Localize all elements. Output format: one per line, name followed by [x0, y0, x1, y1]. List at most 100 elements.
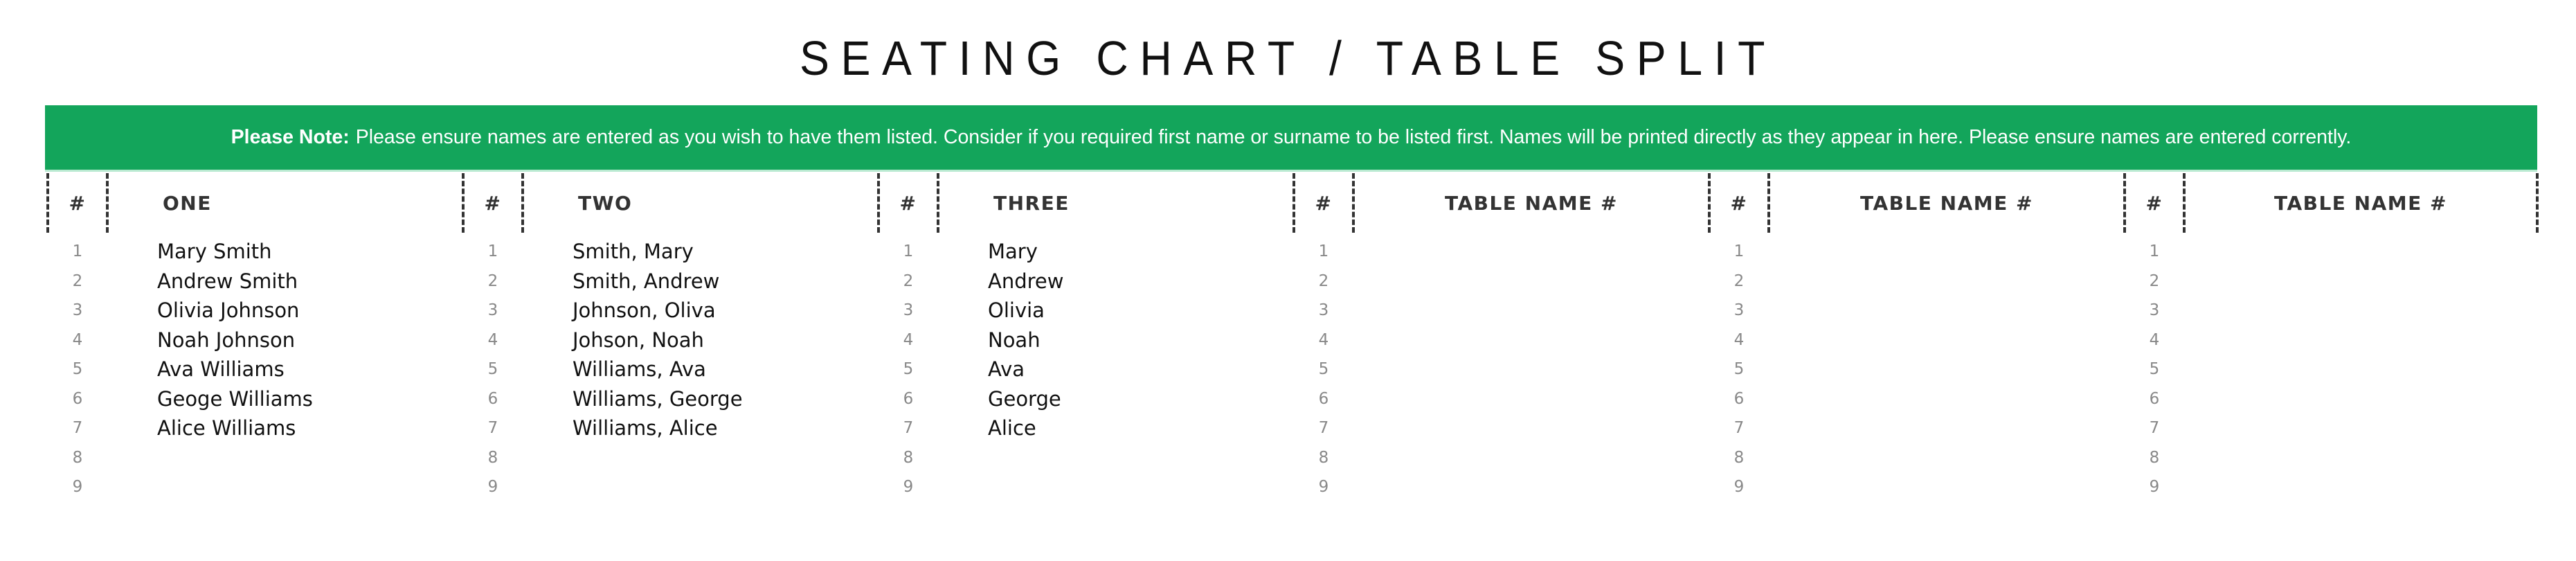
row-number: 3: [487, 301, 498, 320]
number-header: #: [1292, 173, 1355, 233]
row-number: 5: [2149, 360, 2160, 379]
guest-name-cell[interactable]: [524, 443, 877, 473]
row-number: 6: [903, 389, 914, 408]
guest-name-cell[interactable]: Mary Smith: [109, 237, 462, 267]
guest-name-cell[interactable]: [2186, 413, 2539, 443]
table-name-header[interactable]: TABLE NAME #: [2186, 173, 2539, 233]
row-number: 6: [2149, 389, 2160, 408]
guest-name-cell[interactable]: [1355, 384, 1708, 414]
guest-name-cell[interactable]: Andrew Smith: [109, 267, 462, 296]
guest-name-cell[interactable]: [939, 472, 1292, 502]
table-name-header[interactable]: ONE: [109, 173, 462, 233]
guest-name-cell[interactable]: Mary: [939, 237, 1292, 267]
row-number: 3: [72, 301, 83, 320]
row-number: 3: [1318, 301, 1329, 320]
guest-column: TWO Smith, Mary Smith, Andrew Johnson, Oliv…: [524, 173, 877, 502]
row-number: 7: [1733, 419, 1745, 438]
guest-name-cell[interactable]: [2186, 326, 2539, 355]
table-name-header[interactable]: TWO: [524, 173, 877, 233]
guest-name-cell[interactable]: [1770, 326, 2123, 355]
guest-name-cell[interactable]: [1355, 413, 1708, 443]
guest-name-cell[interactable]: [1355, 237, 1708, 267]
guest-name-cell[interactable]: [1355, 326, 1708, 355]
number-column: #1 2 3 4 5 6 7 8 9: [1292, 173, 1355, 502]
guest-name-cell[interactable]: [1770, 296, 2123, 326]
table-name-header[interactable]: TABLE NAME #: [1770, 173, 2123, 233]
guest-name-cell[interactable]: [2186, 296, 2539, 326]
row-number: 4: [72, 330, 83, 349]
number-column: #1 2 3 4 5 6 7 8 9: [2123, 173, 2186, 502]
guest-name-cell[interactable]: [109, 443, 462, 473]
guest-name-cell[interactable]: [2186, 443, 2539, 473]
guest-name-cell[interactable]: [1770, 267, 2123, 296]
guest-name-cell[interactable]: Noah: [939, 326, 1292, 355]
guest-name-cell[interactable]: Williams, George: [524, 384, 877, 414]
row-number: 1: [2149, 242, 2160, 261]
guest-name-cell[interactable]: Alice: [939, 413, 1292, 443]
guest-name-cell[interactable]: Johson, Noah: [524, 326, 877, 355]
row-number: 4: [2149, 330, 2160, 349]
number-column: #1 2 3 4 5 6 7 8 9: [877, 173, 939, 502]
row-number: 4: [1318, 330, 1329, 349]
guest-name-cell[interactable]: Alice Williams: [109, 413, 462, 443]
row-number: 9: [2149, 478, 2160, 497]
guest-name-cell[interactable]: Olivia: [939, 296, 1292, 326]
row-number: 2: [72, 271, 83, 290]
row-number: 6: [72, 389, 83, 408]
guest-name-cell[interactable]: [1770, 355, 2123, 384]
row-number: 4: [487, 330, 498, 349]
guest-name-cell[interactable]: [1355, 296, 1708, 326]
table-group: #1 2 3 4 5 6 7 8 9 THREE Mary Andrew Olivia Noah Ava Ge…: [877, 173, 1292, 502]
guest-name-cell[interactable]: [524, 472, 877, 502]
row-number: 8: [487, 448, 498, 467]
row-number: 7: [2149, 419, 2160, 438]
guest-name-cell[interactable]: Ava Williams: [109, 355, 462, 384]
guest-name-cell[interactable]: Noah Johnson: [109, 326, 462, 355]
table-group: #1 2 3 4 5 6 7 8 9 TABLE NAME #: [2123, 173, 2539, 502]
guest-name-cell[interactable]: Williams, Alice: [524, 413, 877, 443]
row-number: 5: [72, 360, 83, 379]
number-column: #1 2 3 4 5 6 7 8 9: [46, 173, 109, 502]
row-number: 1: [903, 242, 914, 261]
number-column: #1 2 3 4 5 6 7 8 9: [1708, 173, 1770, 502]
guest-name-cell[interactable]: Smith, Mary: [524, 237, 877, 267]
guest-name-cell[interactable]: Williams, Ava: [524, 355, 877, 384]
guest-name-cell[interactable]: Smith, Andrew: [524, 267, 877, 296]
guest-name-cell[interactable]: [1355, 443, 1708, 473]
guest-name-cell[interactable]: [2186, 384, 2539, 414]
row-number: 8: [2149, 448, 2160, 467]
guest-name-cell[interactable]: [1770, 384, 2123, 414]
table-name-header[interactable]: THREE: [939, 173, 1292, 233]
guest-name-cell[interactable]: George: [939, 384, 1292, 414]
guest-name-cell[interactable]: [1770, 443, 2123, 473]
page-title: SEATING CHART / TABLE SPLIT: [799, 31, 1777, 85]
note-label: Please Note:: [231, 126, 350, 148]
guest-name-cell[interactable]: [109, 472, 462, 502]
guest-name-cell[interactable]: [2186, 267, 2539, 296]
guest-name-cell[interactable]: [1770, 237, 2123, 267]
row-number: 3: [903, 301, 914, 320]
guest-name-cell[interactable]: [1770, 472, 2123, 502]
guest-name-cell[interactable]: Geoge Williams: [109, 384, 462, 414]
guest-name-cell[interactable]: [1770, 413, 2123, 443]
note-banner: Please Note: Please ensure names are ent…: [45, 105, 2537, 172]
guest-name-cell[interactable]: [1355, 355, 1708, 384]
row-number: 6: [487, 389, 498, 408]
guest-name-cell[interactable]: [939, 443, 1292, 473]
row-number: 3: [1733, 301, 1745, 320]
guest-column: TABLE NAME #: [1355, 173, 1708, 502]
guest-name-cell[interactable]: [2186, 237, 2539, 267]
guest-name-cell[interactable]: [2186, 355, 2539, 384]
guest-name-cell[interactable]: Andrew: [939, 267, 1292, 296]
guest-name-cell[interactable]: [2186, 472, 2539, 502]
row-number: 7: [72, 419, 83, 438]
guest-name-cell[interactable]: Olivia Johnson: [109, 296, 462, 326]
guest-name-cell[interactable]: [1355, 267, 1708, 296]
table-name-header[interactable]: TABLE NAME #: [1355, 173, 1708, 233]
number-header: #: [462, 173, 524, 233]
guest-name-cell[interactable]: Johnson, Oliva: [524, 296, 877, 326]
guest-name-cell[interactable]: Ava: [939, 355, 1292, 384]
guest-name-cell[interactable]: [1355, 472, 1708, 502]
row-number: 8: [72, 448, 83, 467]
number-header: #: [46, 173, 109, 233]
